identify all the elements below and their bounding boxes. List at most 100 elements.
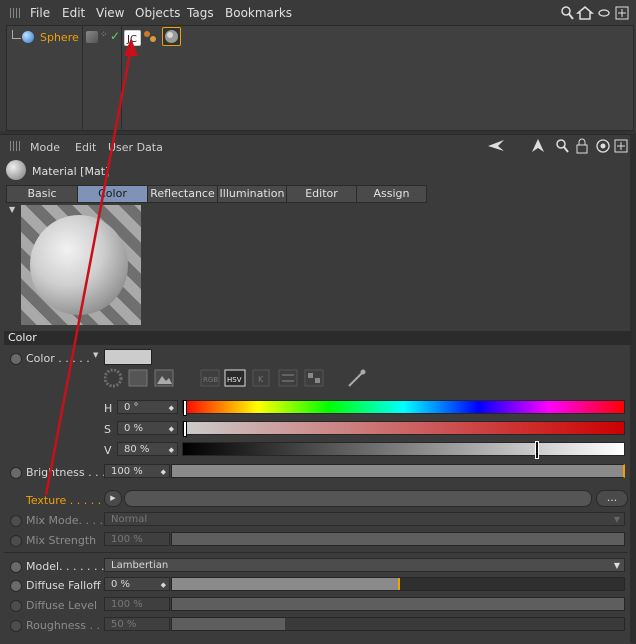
layer-icon[interactable]	[86, 31, 98, 43]
diffuse-falloff-field[interactable]: 0 % ◆	[104, 577, 170, 591]
visibility-icon[interactable]	[598, 9, 610, 17]
scrollbar[interactable]	[630, 134, 636, 643]
attr-menu-mode[interactable]: Mode	[30, 141, 60, 154]
swatches-icon[interactable]	[304, 369, 324, 387]
color-wheel-icon[interactable]	[104, 368, 123, 388]
roughness-slider[interactable]	[171, 617, 625, 631]
column-divider	[121, 25, 122, 129]
tree-connector	[12, 30, 21, 39]
material-icon	[6, 160, 26, 180]
animate-radio[interactable]	[10, 515, 22, 527]
tab-illumination[interactable]: Illumination	[217, 185, 287, 203]
enabled-check-icon[interactable]: ✓	[110, 29, 120, 43]
up-arrow-icon[interactable]	[532, 139, 544, 152]
visibility-dots-icon[interactable]: ⁘	[100, 30, 108, 40]
home-icon[interactable]	[575, 6, 595, 20]
saturation-label: S	[104, 423, 111, 436]
svg-text:HSV: HSV	[227, 376, 242, 384]
phong-tag-icon[interactable]	[143, 30, 157, 44]
animate-radio[interactable]	[10, 467, 22, 479]
svg-text:RGB: RGB	[203, 376, 218, 384]
attr-toolbar-icons	[488, 138, 628, 154]
search-icon[interactable]	[556, 139, 569, 153]
animate-radio[interactable]	[10, 580, 22, 592]
animate-radio[interactable]	[10, 353, 22, 365]
brightness-slider[interactable]	[171, 464, 625, 478]
texture-tag-icon[interactable]: JC	[124, 30, 141, 46]
texture-browse-button[interactable]: ...	[596, 490, 628, 507]
column-divider	[82, 25, 83, 129]
svg-text:K: K	[258, 375, 264, 384]
back-arrow-icon[interactable]	[488, 140, 504, 151]
divider	[4, 552, 628, 553]
saturation-field[interactable]: 0 % ◆	[117, 421, 178, 435]
target-icon[interactable]	[596, 139, 610, 153]
menu-file[interactable]: File	[30, 6, 50, 20]
attr-menu-edit[interactable]: Edit	[75, 141, 96, 154]
rgb-button[interactable]: RGB	[200, 369, 220, 387]
saturation-slider[interactable]	[182, 421, 625, 437]
menu-view[interactable]: View	[96, 6, 124, 20]
hue-field[interactable]: 0 ° ◆	[117, 400, 178, 414]
color-swatch[interactable]	[104, 349, 152, 365]
brightness-field[interactable]: 100 % ◆	[104, 464, 170, 478]
tab-color[interactable]: Color	[77, 185, 148, 203]
top-toolbar-icons	[561, 6, 629, 20]
hue-slider[interactable]	[182, 400, 625, 416]
tab-assign[interactable]: Assign	[356, 185, 427, 203]
hsv-button[interactable]: HSV	[224, 369, 246, 387]
mix-strength-field[interactable]: 100 %	[104, 532, 170, 546]
image-icon[interactable]	[154, 369, 174, 387]
diffuse-falloff-label: Diffuse Falloff	[26, 579, 101, 592]
section-title: Color	[4, 331, 632, 345]
new-panel-icon[interactable]	[614, 139, 628, 153]
sphere-object-icon	[22, 31, 34, 43]
diffuse-level-slider[interactable]	[171, 597, 625, 611]
panel-grip-icon[interactable]	[10, 141, 22, 151]
mix-strength-slider[interactable]	[171, 532, 625, 546]
tab-editor[interactable]: Editor	[286, 185, 357, 203]
animate-radio[interactable]	[10, 620, 22, 632]
brightness-label: Brightness . . .	[26, 466, 106, 479]
menu-tags[interactable]: Tags	[187, 6, 214, 20]
eyedropper-icon[interactable]	[348, 369, 366, 387]
value-slider[interactable]	[182, 441, 625, 459]
hue-handle[interactable]	[183, 400, 187, 416]
animate-radio[interactable]	[10, 600, 22, 612]
lock-icon[interactable]	[576, 138, 588, 154]
search-icon[interactable]	[561, 6, 574, 20]
roughness-label: Roughness . . .	[26, 619, 107, 632]
kelvin-button[interactable]: K	[252, 369, 270, 387]
value-handle[interactable]	[535, 441, 539, 459]
mix-mode-label: Mix Mode. . . .	[26, 514, 103, 527]
object-list	[6, 25, 634, 131]
menu-objects[interactable]: Objects	[135, 6, 180, 20]
diffuse-falloff-handle[interactable]	[398, 578, 400, 590]
texture-play-button[interactable]: ▶	[104, 490, 122, 507]
mixer-icon[interactable]	[278, 369, 298, 387]
panel-grip-icon[interactable]	[10, 8, 22, 18]
tab-reflectance[interactable]: Reflectance	[147, 185, 218, 203]
value-field[interactable]: 80 % ◆	[117, 442, 178, 456]
mix-mode-select[interactable]: Normal ▼	[104, 512, 625, 526]
new-panel-icon[interactable]	[615, 6, 629, 20]
menu-edit[interactable]: Edit	[62, 6, 85, 20]
texture-label: Texture . . . . . . .	[26, 494, 116, 507]
attr-menu-user-data[interactable]: User Data	[108, 141, 163, 154]
model-select[interactable]: Lambertian ▼	[104, 558, 625, 572]
roughness-field[interactable]: 50 %	[104, 617, 170, 631]
material-preview[interactable]	[21, 205, 141, 325]
tab-basic[interactable]: Basic	[6, 185, 78, 203]
object-name-sphere[interactable]: Sphere	[40, 31, 79, 44]
menu-bookmarks[interactable]: Bookmarks	[225, 6, 292, 20]
texture-slot[interactable]	[124, 490, 592, 507]
diffuse-level-field[interactable]: 100 %	[104, 597, 170, 611]
color-expand-icon[interactable]: ▼	[93, 351, 98, 359]
animate-radio[interactable]	[10, 535, 22, 547]
saturation-handle[interactable]	[183, 421, 187, 437]
material-tag-icon[interactable]	[162, 27, 181, 46]
diffuse-falloff-slider[interactable]	[171, 577, 625, 591]
spectrum-icon[interactable]	[128, 369, 148, 387]
animate-radio[interactable]	[10, 561, 22, 573]
preview-collapse-icon[interactable]: ▼	[9, 205, 15, 214]
